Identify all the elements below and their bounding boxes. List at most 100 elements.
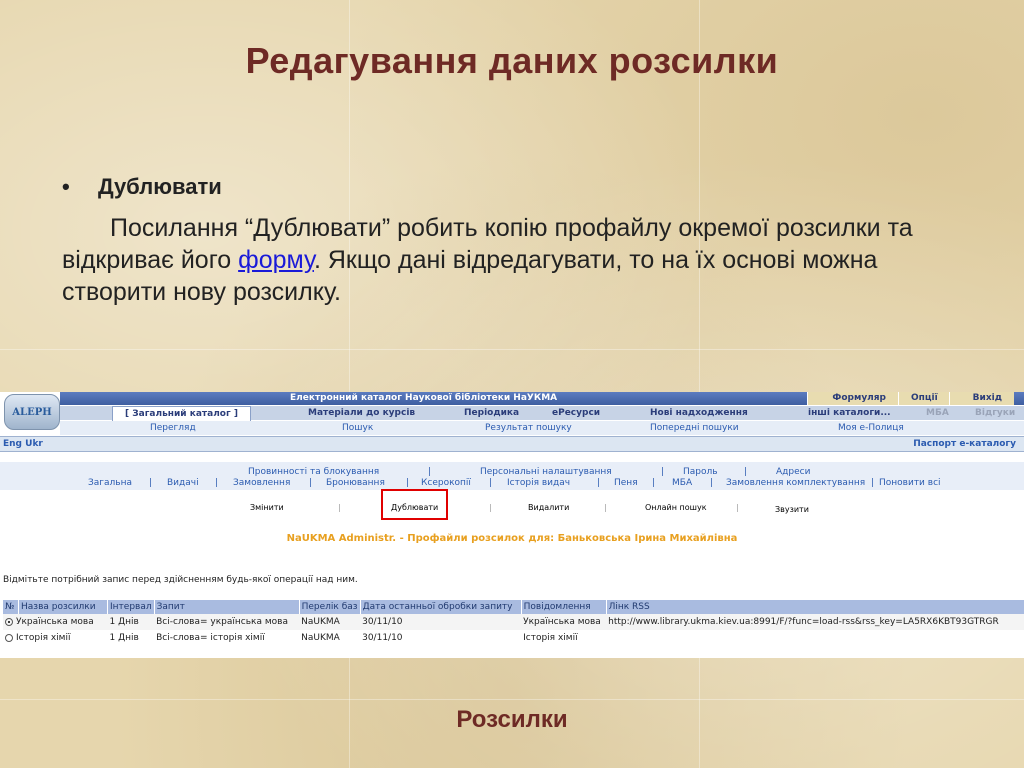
row-select[interactable]: Українська мова [3,614,108,630]
nav-previous-searches[interactable]: Попередні пошуки [650,423,739,433]
menu-sep: | [215,478,219,488]
menu-password[interactable]: Пароль [683,467,718,477]
table-header-row: № Назва розсилки Інтервал Запит Перелік … [3,600,1024,614]
slide-caption: Розсилки [456,706,568,733]
col-number: № [3,600,19,614]
table-row[interactable]: Історія хімії 1 Днів Всі-слова= історія … [3,630,1024,646]
menu-sep: | [652,478,656,488]
col-last-run: Дата останньої обробки запиту [360,600,522,614]
cell-databases: NaUKMA [299,614,361,630]
menu-penalties[interactable]: Провинності та блокування [248,467,379,477]
menu-mba[interactable]: МБА [672,478,692,488]
action-sep: | [604,503,607,512]
sub-navigation: Перегляд Пошук Результат пошуку Попередн… [60,421,1024,435]
tab-eresources[interactable]: еРесурси [552,408,600,418]
menu-requests[interactable]: Замовлення [233,478,290,488]
top-links: Формуляр Опції Вихід [807,392,1014,405]
menu-loan-history[interactable]: Історія видач [507,478,570,488]
menu-sep: | [744,467,748,477]
instruction-text: Відмітьте потрібний запис перед здійснен… [3,575,358,585]
cell-databases: NaUKMA [299,630,361,646]
menu-settings[interactable]: Персональні налаштування [480,467,612,477]
form-link[interactable]: форму [238,246,314,274]
menu-loans[interactable]: Видачі [167,478,199,488]
action-sep: | [338,503,341,512]
profile-heading: NaUKMA Administr. - Профайли розсилок дл… [286,533,738,544]
cell-interval: 1 Днів [107,614,155,630]
duplicate-highlight-box [381,489,448,520]
menu-renew-all[interactable]: Поновити всі [879,478,941,488]
cell-name: Українська мова [16,617,94,627]
tab-mba[interactable]: МБА [926,408,949,418]
cell-message: Історія хімії [521,630,607,646]
bullet-text: Дублювати [98,174,222,199]
delete-button[interactable]: Видалити [528,503,569,512]
row-select[interactable]: Історія хімії [3,630,108,646]
tab-course-materials[interactable]: Матеріали до курсів [308,408,415,418]
menu-sep: | [597,478,601,488]
tab-new-arrivals[interactable]: Нові надходження [650,408,748,418]
cell-rss-link[interactable] [606,630,1024,646]
nav-search-results[interactable]: Результат пошуку [485,423,572,433]
menu-sep: | [428,467,432,477]
mailing-profiles-table: № Назва розсилки Інтервал Запит Перелік … [3,600,1024,646]
menu-general[interactable]: Загальна [88,478,132,488]
bullet-item: • Дублювати [62,174,222,200]
link-options[interactable]: Опції [898,392,949,405]
language-switch[interactable]: Eng Ukr [3,439,43,449]
bullet-marker: • [62,174,70,199]
col-message: Повідомлення [521,600,607,614]
tab-other-catalogs[interactable]: інші каталоги... [808,408,891,418]
radio-button[interactable] [5,617,13,626]
menu-addresses[interactable]: Адреси [776,467,810,477]
language-bar: Eng Ukr Паспорт е-каталогу [0,436,1024,452]
col-databases: Перелік баз [299,600,361,614]
action-sep: | [489,503,492,512]
catalog-passport-link[interactable]: Паспорт е-каталогу [913,439,1016,449]
nav-my-eshelf[interactable]: Моя е-Полиця [838,423,904,433]
radio-button[interactable] [5,633,13,642]
col-rss: Лінк RSS [606,600,1024,614]
menu-sep: | [489,478,493,488]
cell-message: Українська мова [521,614,607,630]
menu-sep: | [661,467,665,477]
cell-query: Всі-слова= історія хімії [154,630,300,646]
link-formular[interactable]: Формуляр [807,392,898,405]
menu-sep: | [406,478,410,488]
tab-general-catalog[interactable]: [ Загальний каталог ] [112,406,251,421]
link-exit[interactable]: Вихід [949,392,1014,405]
cell-last-run: 30/11/10 [360,614,522,630]
cell-name: Історія хімії [16,633,71,643]
narrow-button[interactable]: Звузити [775,505,809,514]
aleph-screenshot: ALEPH Електронний каталог Наукової біблі… [0,392,1024,658]
col-name: Назва розсилки [18,600,108,614]
menu-fines[interactable]: Пеня [614,478,638,488]
change-button[interactable]: Змінити [250,503,284,512]
menu-acquisition-requests[interactable]: Замовлення комплектування [726,478,865,488]
catalog-title: Електронний каталог Наукової бібліотеки … [290,393,558,403]
cell-query: Всі-слова= українська мова [154,614,300,630]
nav-browse[interactable]: Перегляд [150,423,196,433]
cell-interval: 1 Днів [107,630,155,646]
menu-sep: | [710,478,714,488]
col-query: Запит [154,600,300,614]
menu-sep: | [309,478,313,488]
profile-actions: Змінити | Дублювати | Видалити | Онлайн … [0,490,1024,526]
tile-seam [0,699,1024,700]
account-menu: Провинності та блокування | Персональні … [0,462,1024,490]
table-row[interactable]: Українська мова 1 Днів Всі-слова= україн… [3,614,1024,630]
menu-bookings[interactable]: Бронювання [326,478,385,488]
online-search-button[interactable]: Онлайн пошук [645,503,707,512]
description-paragraph: Посилання “Дублювати” робить копію профа… [62,212,962,308]
tab-periodicals[interactable]: Періодика [464,408,519,418]
tab-feedback[interactable]: Відгуки [975,408,1015,418]
nav-search[interactable]: Пошук [342,423,373,433]
cell-rss-link[interactable]: http://www.library.ukma.kiev.ua:8991/F/?… [606,614,1024,630]
menu-photocopies[interactable]: Ксерокопії [421,478,471,488]
aleph-logo-text: ALEPH [12,406,52,418]
catalog-header: Електронний каталог Наукової бібліотеки … [60,392,1024,405]
aleph-logo[interactable]: ALEPH [4,394,60,430]
action-sep: | [736,503,739,512]
cell-last-run: 30/11/10 [360,630,522,646]
catalog-tabs: [ Загальний каталог ] Матеріали до курсі… [60,406,1024,421]
